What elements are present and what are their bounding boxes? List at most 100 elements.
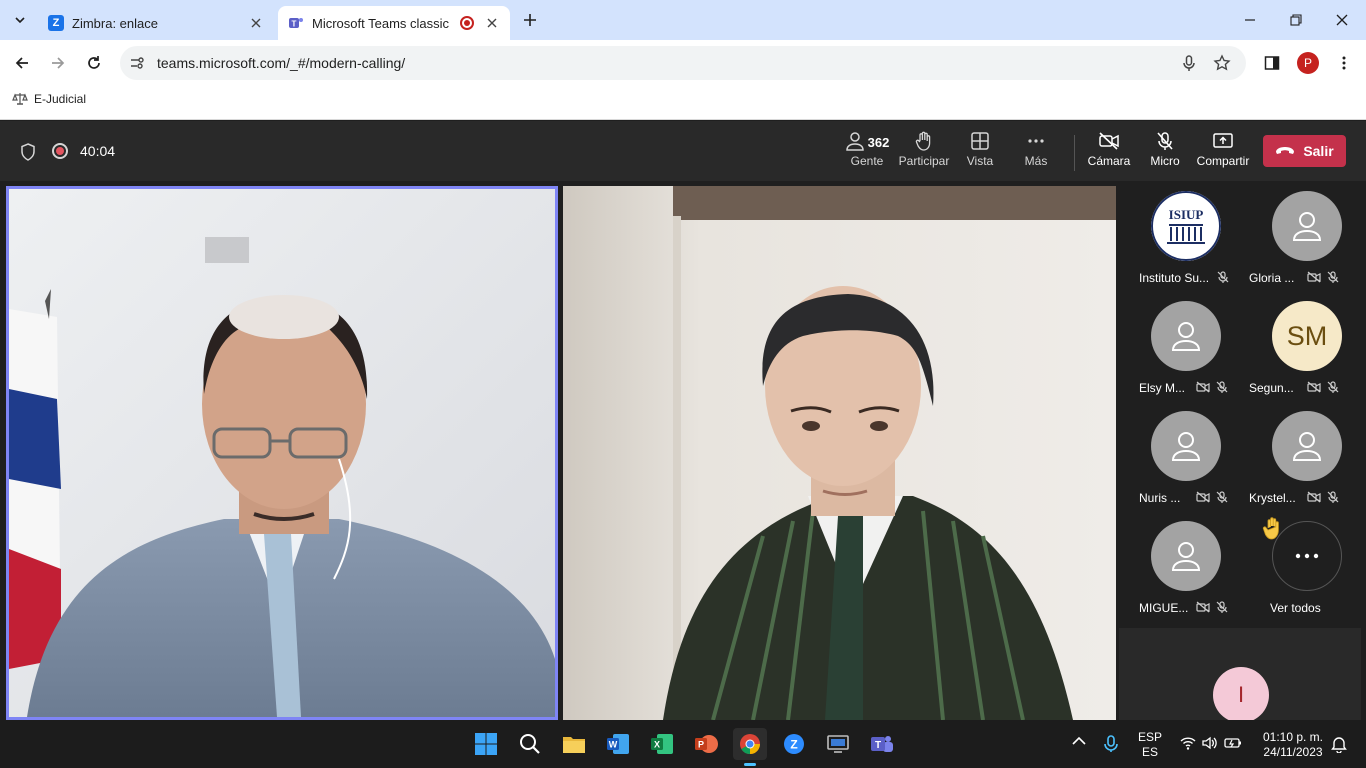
excel-icon: X [651, 734, 673, 754]
browser-tab-strip: Z Zimbra: enlace T Microsoft Teams class… [0, 0, 1366, 40]
zoom-button[interactable]: Z [777, 728, 811, 760]
bookmark-ejudicial[interactable]: E-Judicial [12, 92, 86, 106]
person-icon [1171, 322, 1201, 351]
browser-toolbar: teams.microsoft.com/_#/modern-calling/ P [0, 40, 1366, 86]
people-icon [845, 132, 864, 151]
video-tile-speaker[interactable] [6, 186, 558, 720]
see-all-tile[interactable]: Ver todos [1240, 516, 1361, 626]
participant-name: Gloria ... [1249, 271, 1295, 285]
voice-search-icon[interactable] [1180, 54, 1198, 72]
forward-button[interactable] [45, 50, 71, 76]
reload-button[interactable] [81, 50, 107, 76]
participant-tile[interactable]: Krystel... [1240, 406, 1361, 516]
participant-tile[interactable]: Gloria ... [1240, 186, 1361, 296]
participant-tile[interactable]: Nuris ... [1119, 406, 1240, 516]
chrome-button[interactable] [733, 728, 767, 766]
people-button[interactable]: 362 Gente [838, 131, 896, 175]
word-button[interactable]: W [601, 728, 635, 760]
system-tray[interactable] [1180, 736, 1242, 750]
minimize-button[interactable] [1238, 8, 1262, 32]
close-icon [1336, 14, 1348, 26]
side-panel-icon [1264, 56, 1280, 70]
leave-button[interactable]: Salir [1263, 135, 1346, 167]
person-icon [1171, 542, 1201, 571]
input-language[interactable]: ESP ES [1136, 730, 1164, 760]
mic-off-icon [1327, 271, 1339, 283]
video-tile-participant[interactable] [563, 186, 1116, 720]
participant-status [1307, 271, 1339, 283]
participant-tile[interactable]: ISIUP Instituto Su... [1119, 186, 1240, 296]
participant-tile[interactable]: MIGUE... [1119, 516, 1240, 626]
recording-indicator-icon [460, 16, 474, 30]
call-duration: 40:04 [80, 143, 116, 159]
os-taskbar: W X P Z T ESP ES 01:10 p. m. 24/11/2023 [0, 720, 1366, 768]
keyboard-layout: ES [1141, 745, 1158, 759]
language-code: ESP [1137, 730, 1162, 744]
svg-text:ISIUP: ISIUP [1169, 207, 1204, 222]
mic-label: Micro [1150, 154, 1180, 168]
start-button[interactable] [469, 728, 503, 760]
phone-hangup-icon [1276, 147, 1295, 154]
camera-toggle-button[interactable]: Cámara [1080, 131, 1138, 175]
arrow-right-icon [52, 57, 65, 69]
tab-teams[interactable]: T Microsoft Teams classic [278, 6, 510, 40]
clock[interactable]: 01:10 p. m. 24/11/2023 [1254, 730, 1332, 760]
restore-button[interactable] [1284, 8, 1308, 32]
share-button[interactable]: Compartir [1194, 131, 1252, 175]
meeting-controls-bar: 40:04 362 Gente Participar Vista Más Cám… [0, 121, 1366, 181]
mic-toggle-button[interactable]: Micro [1136, 131, 1194, 175]
side-panel-button[interactable] [1259, 50, 1285, 76]
close-window-button[interactable] [1330, 8, 1354, 32]
svg-text:W: W [609, 740, 618, 750]
chevron-up-icon[interactable] [1072, 736, 1086, 746]
mic-off-icon [1217, 271, 1229, 283]
mic-off-icon [1157, 132, 1173, 150]
new-tab-button[interactable] [516, 8, 544, 32]
excel-button[interactable]: X [645, 728, 679, 760]
tab-zimbra[interactable]: Z Zimbra: enlace [38, 6, 274, 40]
close-tab-button[interactable] [484, 15, 500, 31]
participant-avatar: SM [1272, 301, 1342, 371]
participant-name: Elsy M... [1139, 381, 1186, 395]
share-label: Compartir [1196, 154, 1250, 168]
address-bar[interactable]: teams.microsoft.com/_#/modern-calling/ [120, 46, 1246, 80]
see-all-label: Ver todos [1270, 601, 1321, 615]
file-explorer-button[interactable] [557, 728, 591, 760]
microphone-icon[interactable] [1104, 735, 1118, 753]
participant-avatar [1272, 191, 1342, 261]
participant-avatar [1151, 411, 1221, 481]
tab-search-button[interactable] [8, 8, 32, 32]
site-info-icon[interactable] [128, 54, 146, 72]
camera-off-icon [1099, 132, 1119, 150]
raise-hand-label: Participar [898, 154, 950, 168]
remote-desktop-button[interactable] [821, 728, 855, 760]
participant-tile[interactable]: SM Segun... [1240, 296, 1361, 406]
participant-tile[interactable]: Elsy M... [1119, 296, 1240, 406]
raise-hand-button[interactable]: Participar [895, 131, 953, 175]
browser-menu-button[interactable] [1331, 50, 1357, 76]
minimize-icon [1245, 19, 1255, 21]
close-tab-button[interactable] [248, 15, 264, 31]
windows-icon [475, 733, 497, 755]
leave-label: Salir [1303, 143, 1334, 159]
profile-avatar[interactable]: P [1297, 52, 1319, 74]
shield-icon[interactable] [20, 143, 36, 161]
search-icon [520, 734, 540, 754]
more-button[interactable]: Más [1007, 131, 1065, 175]
participant-name: Krystel... [1249, 491, 1296, 505]
participant-avatar [1151, 521, 1221, 591]
restore-icon [1290, 14, 1302, 26]
self-avatar[interactable]: I [1213, 667, 1269, 723]
powerpoint-button[interactable]: P [689, 728, 723, 760]
view-button[interactable]: Vista [951, 131, 1009, 175]
chevron-down-icon [15, 17, 25, 24]
svg-text:X: X [654, 740, 660, 750]
mic-off-icon [1216, 601, 1228, 613]
teams-button[interactable]: T [865, 728, 899, 760]
notification-bell-icon[interactable] [1331, 735, 1347, 753]
participant-avatar [1151, 301, 1221, 371]
back-button[interactable] [9, 50, 35, 76]
bookmarks-bar: E-Judicial [0, 86, 1366, 120]
bookmark-star-icon[interactable] [1213, 54, 1231, 72]
search-button[interactable] [513, 728, 547, 760]
